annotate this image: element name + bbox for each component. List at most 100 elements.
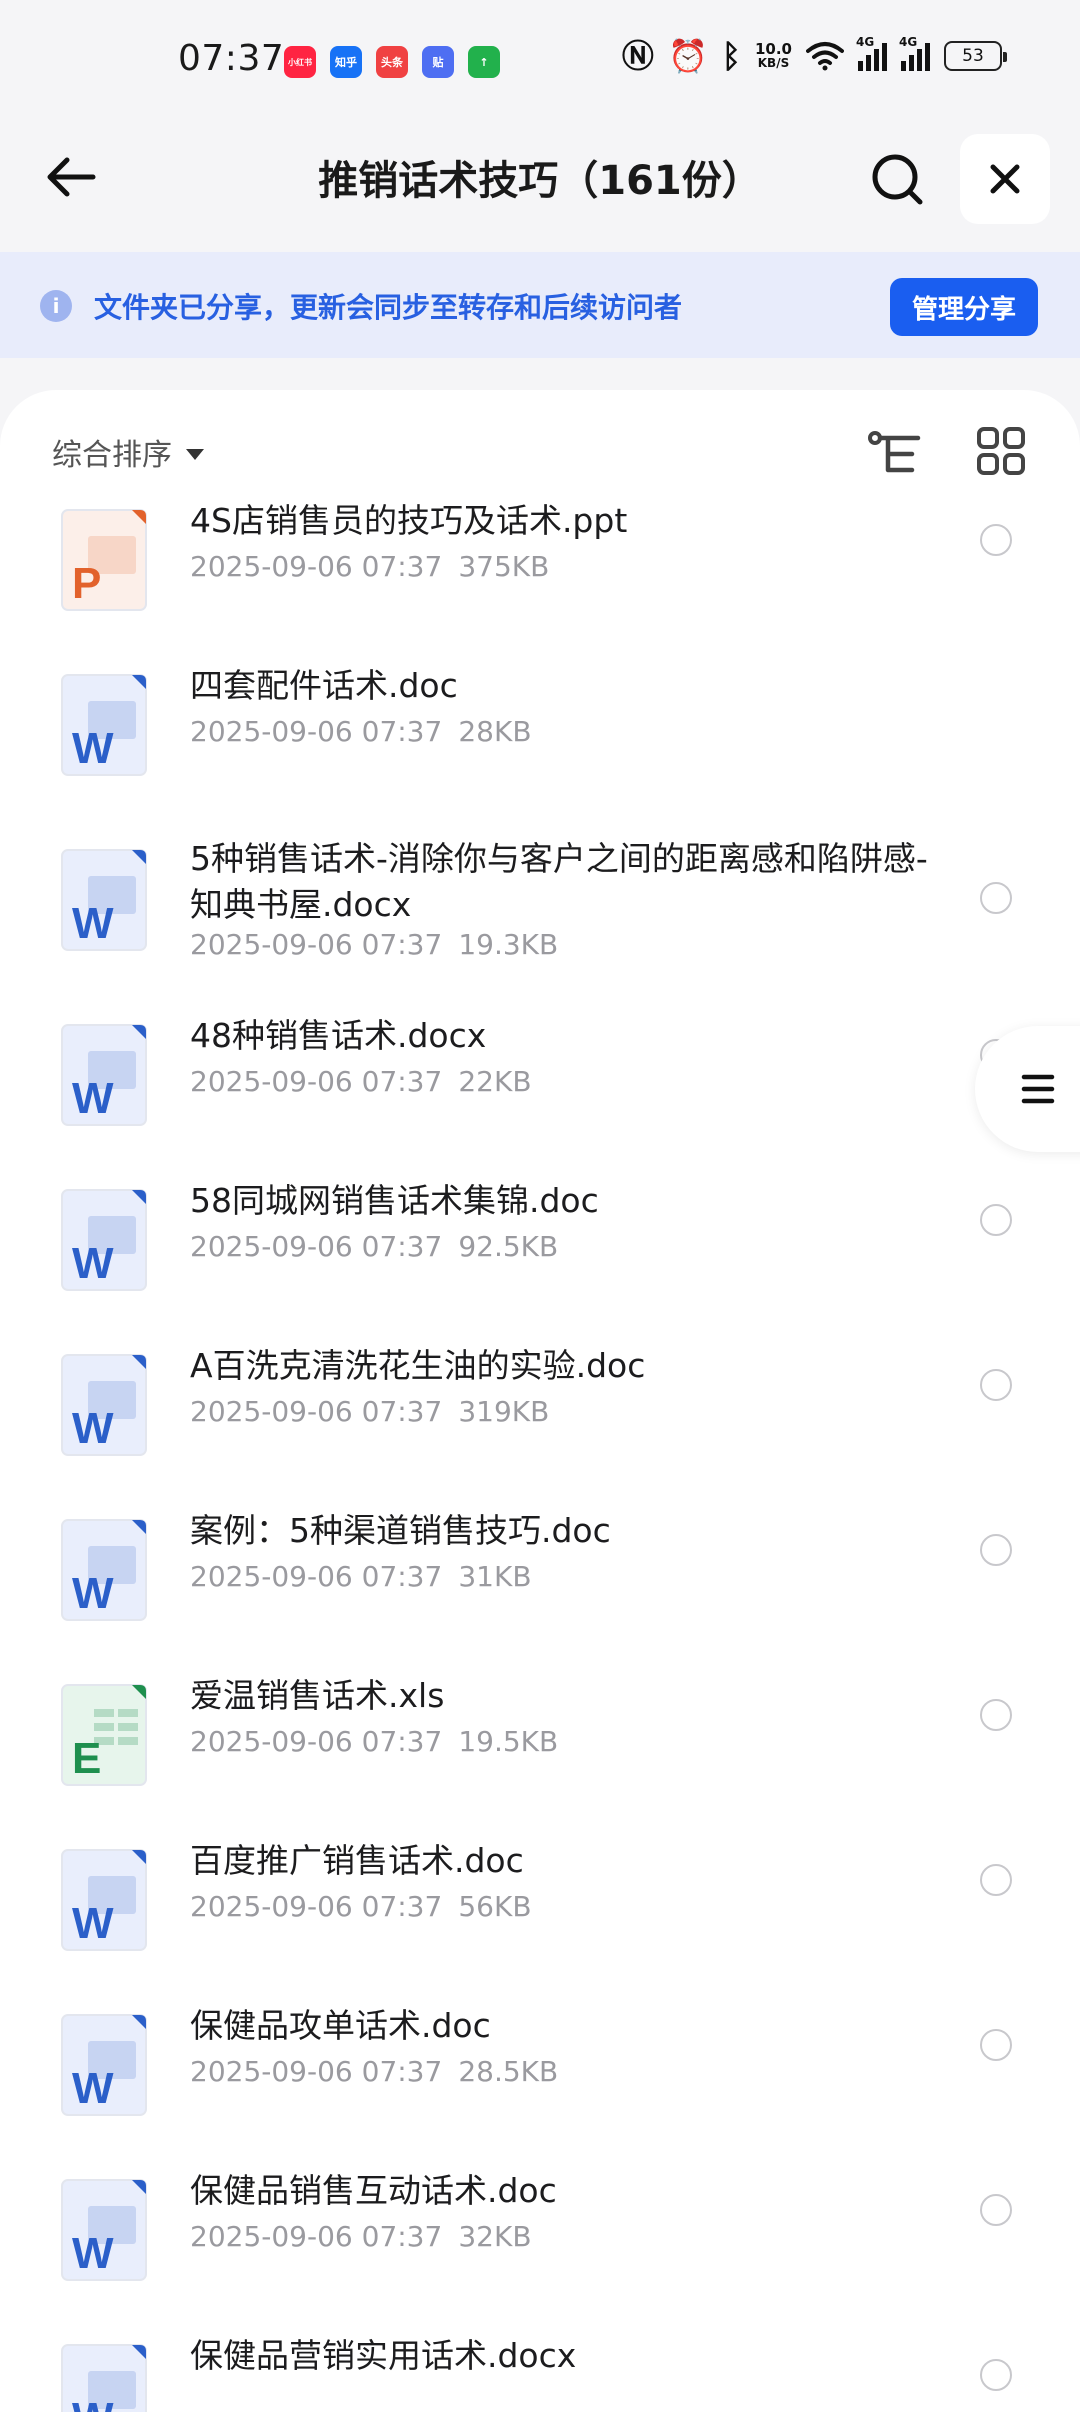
file-row[interactable]: W 58同城网销售话术集锦.doc 2025-09-06 07:37 92.5KB — [0, 1168, 1080, 1328]
net-speed-unit: KB/S — [757, 56, 790, 70]
file-size: 56KB — [458, 1890, 532, 1923]
svg-text:W: W — [72, 1404, 114, 1453]
app-root: 07:37 小红书知乎头条贴 ↑ Ⓝ ⏰ ᛒ 10.0 KB/S 4G 4G — [0, 0, 1080, 2412]
battery-icon: 53 — [944, 41, 1007, 71]
file-meta: 2025-09-06 07:37 19.5KB — [190, 1725, 558, 1758]
select-radio[interactable] — [980, 1204, 1012, 1236]
svg-text:W: W — [72, 2229, 114, 2278]
word-file-icon: W — [60, 848, 148, 952]
select-radio[interactable] — [980, 2359, 1012, 2391]
status-bar: 07:37 小红书知乎头条贴 ↑ Ⓝ ⏰ ᛒ 10.0 KB/S 4G 4G — [0, 0, 1080, 120]
signal-1-icon: 4G — [856, 35, 887, 71]
file-name: A百洗克清洗花生油的实验.doc — [190, 1346, 646, 1385]
caret-down-icon — [186, 448, 204, 460]
status-time: 07:37 — [178, 38, 285, 79]
signal-2-label: 4G — [899, 35, 918, 49]
notification-app-icon: 贴 — [422, 46, 454, 78]
file-date: 2025-09-06 07:37 — [190, 1560, 443, 1593]
file-date: 2025-09-06 07:37 — [190, 1395, 443, 1428]
search-button[interactable] — [862, 144, 932, 214]
manage-share-button[interactable]: 管理分享 — [890, 278, 1038, 336]
svg-text:W: W — [72, 2394, 114, 2412]
file-size: 28KB — [458, 715, 532, 748]
file-meta: 2025-09-06 07:37 28.5KB — [190, 2055, 558, 2088]
select-radio[interactable] — [980, 1534, 1012, 1566]
signal-1-label: 4G — [856, 35, 875, 49]
select-radio[interactable] — [980, 882, 1012, 914]
file-size: 31KB — [458, 1560, 532, 1593]
file-name: 保健品销售互动话术.doc — [190, 2171, 557, 2210]
sort-label: 综合排序 — [52, 438, 172, 473]
select-radio[interactable] — [980, 1699, 1012, 1731]
file-row[interactable]: P 4S店销售员的技巧及话术.ppt 2025-09-06 07:37 375KB — [0, 488, 1080, 648]
net-speed: 10.0 KB/S — [754, 40, 792, 71]
word-file-icon: W — [60, 2343, 148, 2412]
net-speed-value: 10.0 — [754, 40, 792, 58]
file-row[interactable]: W A百洗克清洗花生油的实验.doc 2025-09-06 07:37 319KB — [0, 1333, 1080, 1493]
file-date: 2025-09-06 07:37 — [190, 715, 443, 748]
file-name: 5种销售话术-消除你与客户之间的距离感和陷阱感-知典书屋.docx — [190, 839, 928, 924]
sort-dropdown[interactable]: 综合排序 — [52, 430, 204, 474]
file-list-panel: 综合排序 P 4S店销售员的技巧及话术.ppt 2025-09-06 07:37 3… — [0, 390, 1080, 2412]
select-radio[interactable] — [980, 1864, 1012, 1896]
file-row[interactable]: W 保健品营销实用话术.docx — [0, 2323, 1080, 2412]
wifi-icon — [806, 42, 844, 71]
svg-text:W: W — [72, 1569, 114, 1618]
nfc-icon: Ⓝ — [621, 37, 654, 75]
file-date: 2025-09-06 07:37 — [190, 1065, 443, 1098]
tree-view-icon[interactable] — [866, 426, 922, 482]
top-app-bar: 推销话术技巧（161份） — [0, 120, 1080, 250]
share-banner-text: 文件夹已分享，更新会同步至转存和后续访问者 — [94, 291, 683, 324]
svg-text:W: W — [72, 1074, 114, 1123]
file-row[interactable]: W 保健品攻单话术.doc 2025-09-06 07:37 28.5KB — [0, 1993, 1080, 2153]
file-row[interactable]: W 百度推广销售话术.doc 2025-09-06 07:37 56KB — [0, 1828, 1080, 1988]
file-date: 2025-09-06 07:37 — [190, 1890, 443, 1923]
file-row[interactable]: W 四套配件话术.doc 2025-09-06 07:37 28KB — [0, 653, 1080, 813]
file-meta: 2025-09-06 07:37 28KB — [190, 715, 532, 748]
menu-icon — [1021, 1074, 1055, 1104]
bluetooth-icon: ᛒ — [721, 37, 741, 75]
svg-text:W: W — [72, 724, 114, 773]
file-row[interactable]: W 案例：5种渠道销售技巧.doc 2025-09-06 07:37 31KB — [0, 1498, 1080, 1658]
file-row[interactable]: W 48种销售话术.docx 2025-09-06 07:37 22KB — [0, 1003, 1080, 1163]
file-size: 19.3KB — [458, 928, 559, 961]
file-row[interactable]: W 保健品销售互动话术.doc 2025-09-06 07:37 32KB — [0, 2158, 1080, 2318]
file-name: 4S店销售员的技巧及话术.ppt — [190, 501, 628, 540]
file-row[interactable]: W 5种销售话术-消除你与客户之间的距离感和陷阱感-知典书屋.docx 2025-… — [0, 828, 1080, 988]
file-meta: 2025-09-06 07:37 56KB — [190, 1890, 532, 1923]
file-size: 319KB — [458, 1395, 550, 1428]
word-file-icon: W — [60, 1188, 148, 1292]
select-radio[interactable] — [980, 524, 1012, 556]
search-icon — [872, 154, 923, 205]
select-radio[interactable] — [980, 2194, 1012, 2226]
notification-app-icon: 知乎 — [330, 46, 362, 78]
file-date: 2025-09-06 07:37 — [190, 1230, 443, 1263]
close-button[interactable] — [960, 134, 1050, 224]
ppt-file-icon: P — [60, 508, 148, 612]
file-row[interactable]: E 爱温销售话术.xls 2025-09-06 07:37 19.5KB — [0, 1663, 1080, 1823]
file-meta: 2025-09-06 07:37 22KB — [190, 1065, 532, 1098]
file-meta: 2025-09-06 07:37 375KB — [190, 550, 549, 583]
file-size: 22KB — [458, 1065, 532, 1098]
file-meta: 2025-09-06 07:37 92.5KB — [190, 1230, 558, 1263]
file-meta: 2025-09-06 07:37 319KB — [190, 1395, 549, 1428]
grid-view-icon[interactable] — [976, 426, 1026, 476]
info-icon: i — [40, 290, 72, 322]
alarm-icon: ⏰ — [667, 37, 708, 75]
select-radio[interactable] — [980, 1369, 1012, 1401]
select-radio[interactable] — [980, 2029, 1012, 2061]
word-file-icon: W — [60, 1518, 148, 1622]
notification-app-icon: 小红书 — [284, 46, 316, 78]
file-date: 2025-09-06 07:37 — [190, 550, 443, 583]
file-date: 2025-09-06 07:37 — [190, 2055, 443, 2088]
file-name: 爱温销售话术.xls — [190, 1676, 445, 1715]
svg-text:P: P — [72, 559, 101, 608]
file-size: 19.5KB — [458, 1725, 559, 1758]
file-date: 2025-09-06 07:37 — [190, 1725, 443, 1758]
file-name: 保健品营销实用话术.docx — [190, 2336, 577, 2375]
battery-level: 53 — [962, 46, 984, 66]
svg-text:W: W — [72, 1239, 114, 1288]
file-name: 百度推广销售话术.doc — [190, 1841, 524, 1880]
word-file-icon: W — [60, 673, 148, 777]
file-name: 48种销售话术.docx — [190, 1016, 487, 1055]
